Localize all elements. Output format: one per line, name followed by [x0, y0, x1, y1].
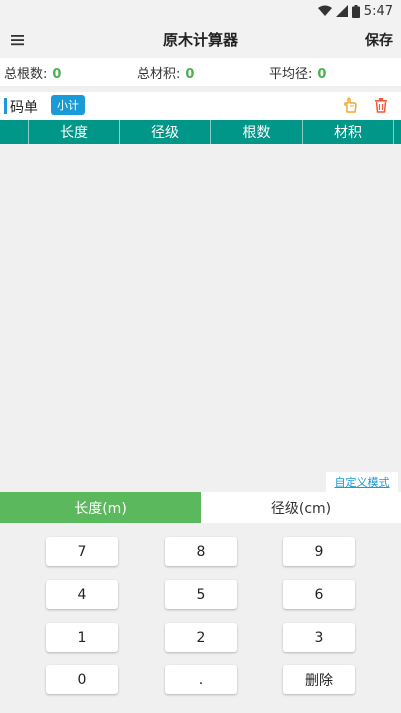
total-count-value: 0	[52, 67, 62, 82]
menu-icon[interactable]	[10, 32, 26, 46]
key-decimal-point[interactable]: .	[165, 665, 237, 694]
key-4[interactable]: 4	[46, 580, 118, 609]
code-list-title: 码单	[10, 100, 38, 116]
key-6[interactable]: 6	[283, 580, 355, 609]
key-8[interactable]: 8	[165, 537, 237, 566]
column-header-extra	[394, 120, 401, 144]
hand-pointer-icon[interactable]	[342, 97, 358, 113]
key-7[interactable]: 7	[46, 537, 118, 566]
signal-icon	[335, 5, 348, 17]
total-volume-value: 0	[185, 67, 195, 82]
keypad: 7 8 9 4 5 6 1 2 3 0 . 删除	[0, 523, 401, 713]
summary-bar: 总根数: 0 总材积: 0 平均径: 0	[0, 58, 401, 86]
key-1[interactable]: 1	[46, 623, 118, 652]
status-bar: 5:47	[0, 0, 401, 22]
total-volume: 总材积: 0	[137, 63, 194, 82]
column-header-volume[interactable]: 材积	[303, 120, 394, 144]
key-0[interactable]: 0	[46, 665, 118, 694]
column-header-diameter[interactable]: 径级	[120, 120, 211, 144]
avg-diameter-value: 0	[317, 67, 327, 82]
battery-icon	[351, 4, 360, 18]
key-5[interactable]: 5	[165, 580, 237, 609]
key-3[interactable]: 3	[283, 623, 355, 652]
save-button[interactable]: 保存	[365, 30, 393, 50]
tab-diameter[interactable]: 径级(cm)	[201, 492, 401, 523]
total-count-label: 总根数:	[4, 67, 48, 82]
status-icons: 5:47	[317, 2, 393, 20]
status-time: 5:47	[363, 3, 393, 19]
avg-diameter: 平均径: 0	[269, 63, 326, 82]
column-header-index	[0, 120, 29, 144]
app-title: 原木计算器	[162, 31, 238, 49]
key-2[interactable]: 2	[165, 623, 237, 652]
tab-length[interactable]: 长度(m)	[0, 492, 201, 523]
app-bar: 原木计算器 保存	[0, 22, 401, 58]
total-count: 总根数: 0	[4, 63, 61, 82]
column-header-length[interactable]: 长度	[29, 120, 120, 144]
wifi-icon	[317, 5, 332, 16]
table-header: 长度 径级 根数 材积	[0, 120, 401, 144]
delete-button[interactable]: 删除	[283, 665, 355, 694]
section-accent-bar	[4, 98, 7, 114]
subtotal-button[interactable]: 小计	[51, 95, 85, 115]
custom-mode-link[interactable]: 自定义模式	[326, 472, 398, 492]
total-volume-label: 总材积:	[137, 67, 181, 82]
trash-icon[interactable]	[373, 97, 389, 113]
avg-diameter-label: 平均径:	[269, 67, 313, 82]
code-list-header: 码单 小计	[0, 92, 401, 120]
column-header-count[interactable]: 根数	[211, 120, 303, 144]
table-body[interactable]	[0, 144, 401, 472]
key-9[interactable]: 9	[283, 537, 355, 566]
